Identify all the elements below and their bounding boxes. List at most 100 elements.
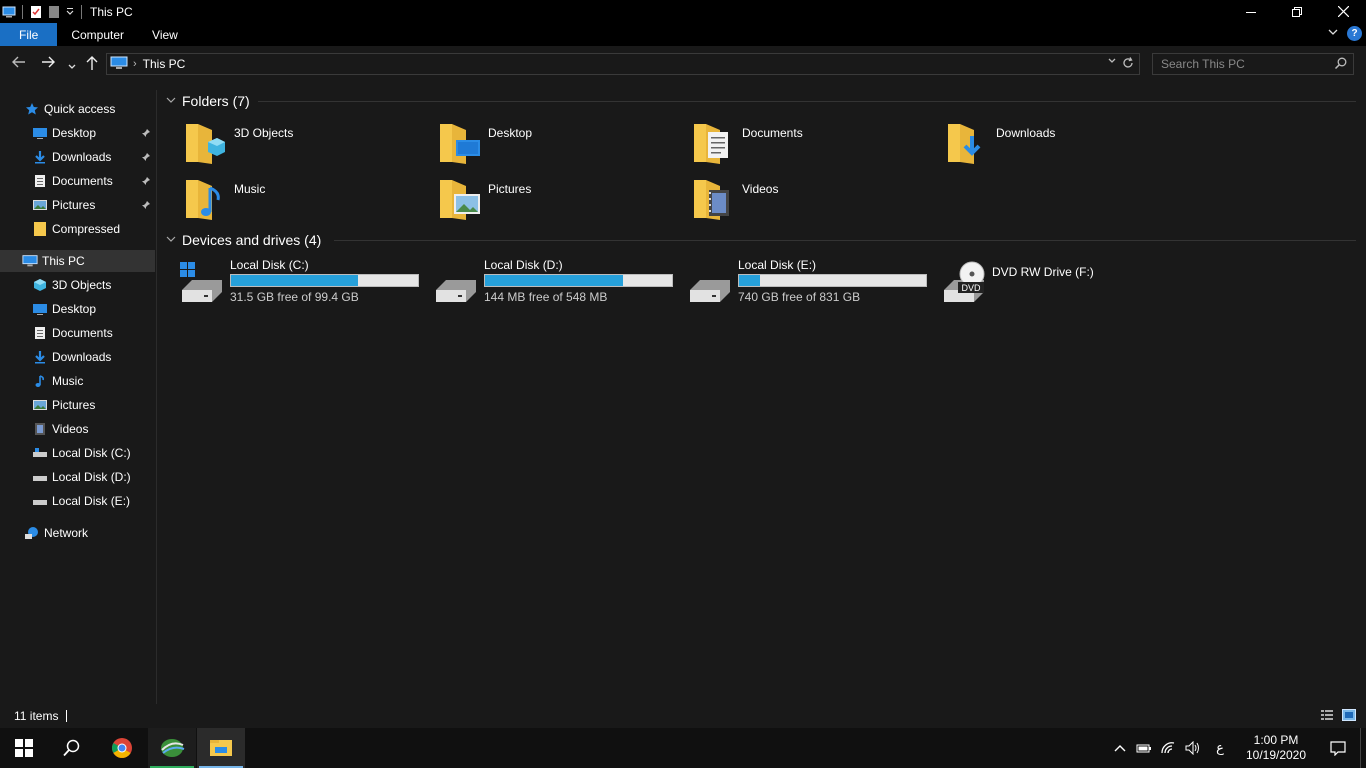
back-arrow-icon[interactable]	[11, 55, 27, 72]
sidebar-item-label: Desktop	[52, 302, 97, 316]
sidebar-item-documents-quick[interactable]: Documents	[0, 170, 155, 192]
tab-view[interactable]: View	[138, 23, 192, 46]
show-desktop-button[interactable]	[1360, 728, 1366, 768]
drive-tile-local-disk-d[interactable]: Local Disk (D:) 144 MB free of 548 MB	[432, 258, 682, 308]
battery-icon[interactable]	[1132, 728, 1156, 768]
search-input[interactable]	[1153, 57, 1323, 71]
properties-icon[interactable]	[29, 5, 43, 19]
document-icon	[32, 173, 48, 189]
taskbar-file-explorer[interactable]	[197, 728, 245, 768]
folder-name: Videos	[742, 182, 779, 196]
customize-toolbar-chevron-icon[interactable]	[65, 5, 75, 19]
drive-tile-local-disk-c[interactable]: Local Disk (C:) 31.5 GB free of 99.4 GB	[178, 258, 428, 308]
pin-icon[interactable]	[141, 151, 151, 165]
sidebar-item-3d-objects[interactable]: 3D Objects	[0, 274, 155, 296]
sidebar-item-downloads-quick[interactable]: Downloads	[0, 146, 155, 168]
action-center-notification-icon[interactable]	[1316, 728, 1360, 768]
details-view-icon[interactable]	[1320, 709, 1334, 724]
collapse-chevron-icon[interactable]	[166, 235, 176, 246]
search-box[interactable]	[1152, 53, 1354, 75]
taskbar-search-button[interactable]	[48, 728, 96, 768]
sidebar-item-label: Downloads	[52, 350, 112, 364]
minimize-icon[interactable]	[1228, 0, 1274, 23]
sidebar-item-quick-access[interactable]: Quick access	[0, 98, 155, 120]
pin-icon[interactable]	[141, 127, 151, 141]
sidebar-item-desktop-quick[interactable]: Desktop	[0, 122, 155, 144]
group-divider	[334, 240, 1356, 241]
large-icons-view-icon[interactable]	[1342, 709, 1356, 724]
taskbar-chrome[interactable]	[98, 728, 146, 768]
sidebar-item-videos[interactable]: Videos	[0, 418, 155, 440]
input-language-indicator[interactable]: ع	[1204, 728, 1236, 768]
sidebar-item-label: Local Disk (D:)	[52, 470, 131, 484]
pin-icon[interactable]	[141, 199, 151, 213]
sidebar-item-label: Music	[52, 374, 84, 388]
sidebar-item-local-disk-c[interactable]: Local Disk (C:)	[0, 442, 155, 464]
start-button[interactable]	[0, 728, 48, 768]
status-bar: 11 items	[0, 704, 1366, 728]
address-bar[interactable]: › This PC	[106, 53, 1140, 75]
collapse-chevron-icon[interactable]	[166, 96, 176, 107]
desktop-icon	[32, 301, 48, 317]
clock-date: 10/19/2020	[1245, 748, 1307, 762]
drive-usage-bar	[484, 274, 673, 287]
sidebar-item-network[interactable]: Network	[0, 522, 155, 544]
sidebar-item-this-pc[interactable]: This PC	[0, 250, 155, 272]
tab-computer[interactable]: Computer	[57, 23, 138, 46]
hard-drive-icon	[32, 493, 48, 509]
this-pc-window-icon[interactable]	[2, 5, 16, 19]
folder-tile-desktop[interactable]: Desktop	[438, 120, 688, 172]
help-icon[interactable]: ?	[1347, 26, 1362, 41]
folder-tile-3d-objects[interactable]: 3D Objects	[184, 120, 434, 172]
devices-group-header[interactable]: Devices and drives (4)	[166, 230, 321, 250]
drive-tile-dvd-rw-f[interactable]: DVD DVD RW Drive (F:)	[940, 258, 1190, 308]
search-icon[interactable]	[1334, 57, 1347, 73]
sidebar-item-documents[interactable]: Documents	[0, 322, 155, 344]
taskbar-app-running[interactable]	[148, 728, 196, 768]
sidebar-item-label: Pictures	[52, 398, 96, 412]
recent-locations-chevron-icon[interactable]	[67, 58, 77, 74]
sidebar-item-pictures-quick[interactable]: Pictures	[0, 194, 155, 216]
folders-group-header[interactable]: Folders (7)	[166, 91, 250, 111]
sidebar-item-downloads[interactable]: Downloads	[0, 346, 155, 368]
folder-tile-documents[interactable]: Documents	[692, 120, 942, 172]
folder-tile-music[interactable]: Music	[184, 176, 434, 228]
pin-icon[interactable]	[141, 175, 151, 189]
sidebar-item-local-disk-e[interactable]: Local Disk (E:)	[0, 490, 155, 512]
volume-icon[interactable]	[1180, 728, 1204, 768]
music-note-icon	[32, 373, 48, 389]
show-hidden-icons-chevron-icon[interactable]	[1108, 728, 1132, 768]
folder-pictures-icon	[438, 176, 482, 222]
breadcrumb-chevron-icon[interactable]: ›	[133, 58, 137, 70]
clock[interactable]: 1:00 PM 10/19/2020	[1236, 733, 1316, 763]
up-arrow-icon[interactable]	[85, 55, 99, 74]
forward-arrow-icon[interactable]	[40, 55, 56, 72]
ribbon-tabs: File Computer View ?	[0, 23, 1366, 46]
folder-tile-videos[interactable]: Videos	[692, 176, 942, 228]
search-icon	[63, 739, 80, 757]
pictures-icon	[32, 397, 48, 413]
tab-file[interactable]: File	[0, 23, 58, 46]
sidebar-item-desktop[interactable]: Desktop	[0, 298, 155, 320]
address-history-chevron-icon[interactable]	[1107, 57, 1117, 68]
close-icon[interactable]	[1320, 0, 1366, 23]
hard-drive-icon	[686, 260, 732, 302]
expand-ribbon-chevron-icon[interactable]	[1327, 26, 1339, 41]
sidebar-item-pictures[interactable]: Pictures	[0, 394, 155, 416]
folder-tile-downloads[interactable]: Downloads	[946, 120, 1196, 172]
cube-3d-icon	[32, 277, 48, 293]
toolbar-divider	[81, 4, 82, 19]
sidebar-item-compressed[interactable]: Compressed	[0, 218, 155, 240]
wifi-icon[interactable]	[1156, 728, 1180, 768]
sidebar-item-local-disk-d[interactable]: Local Disk (D:)	[0, 466, 155, 488]
sidebar-item-music[interactable]: Music	[0, 370, 155, 392]
folder-documents-icon	[692, 120, 736, 166]
clock-time: 1:00 PM	[1253, 733, 1299, 747]
folder-tile-pictures[interactable]: Pictures	[438, 176, 688, 228]
restore-icon[interactable]	[1274, 0, 1320, 23]
breadcrumb-this-pc[interactable]: This PC	[143, 57, 186, 71]
refresh-icon[interactable]	[1121, 56, 1135, 73]
new-folder-icon[interactable]	[47, 5, 61, 19]
devices-group-title: Devices and drives (4)	[182, 232, 322, 248]
drive-tile-local-disk-e[interactable]: Local Disk (E:) 740 GB free of 831 GB	[686, 258, 936, 308]
